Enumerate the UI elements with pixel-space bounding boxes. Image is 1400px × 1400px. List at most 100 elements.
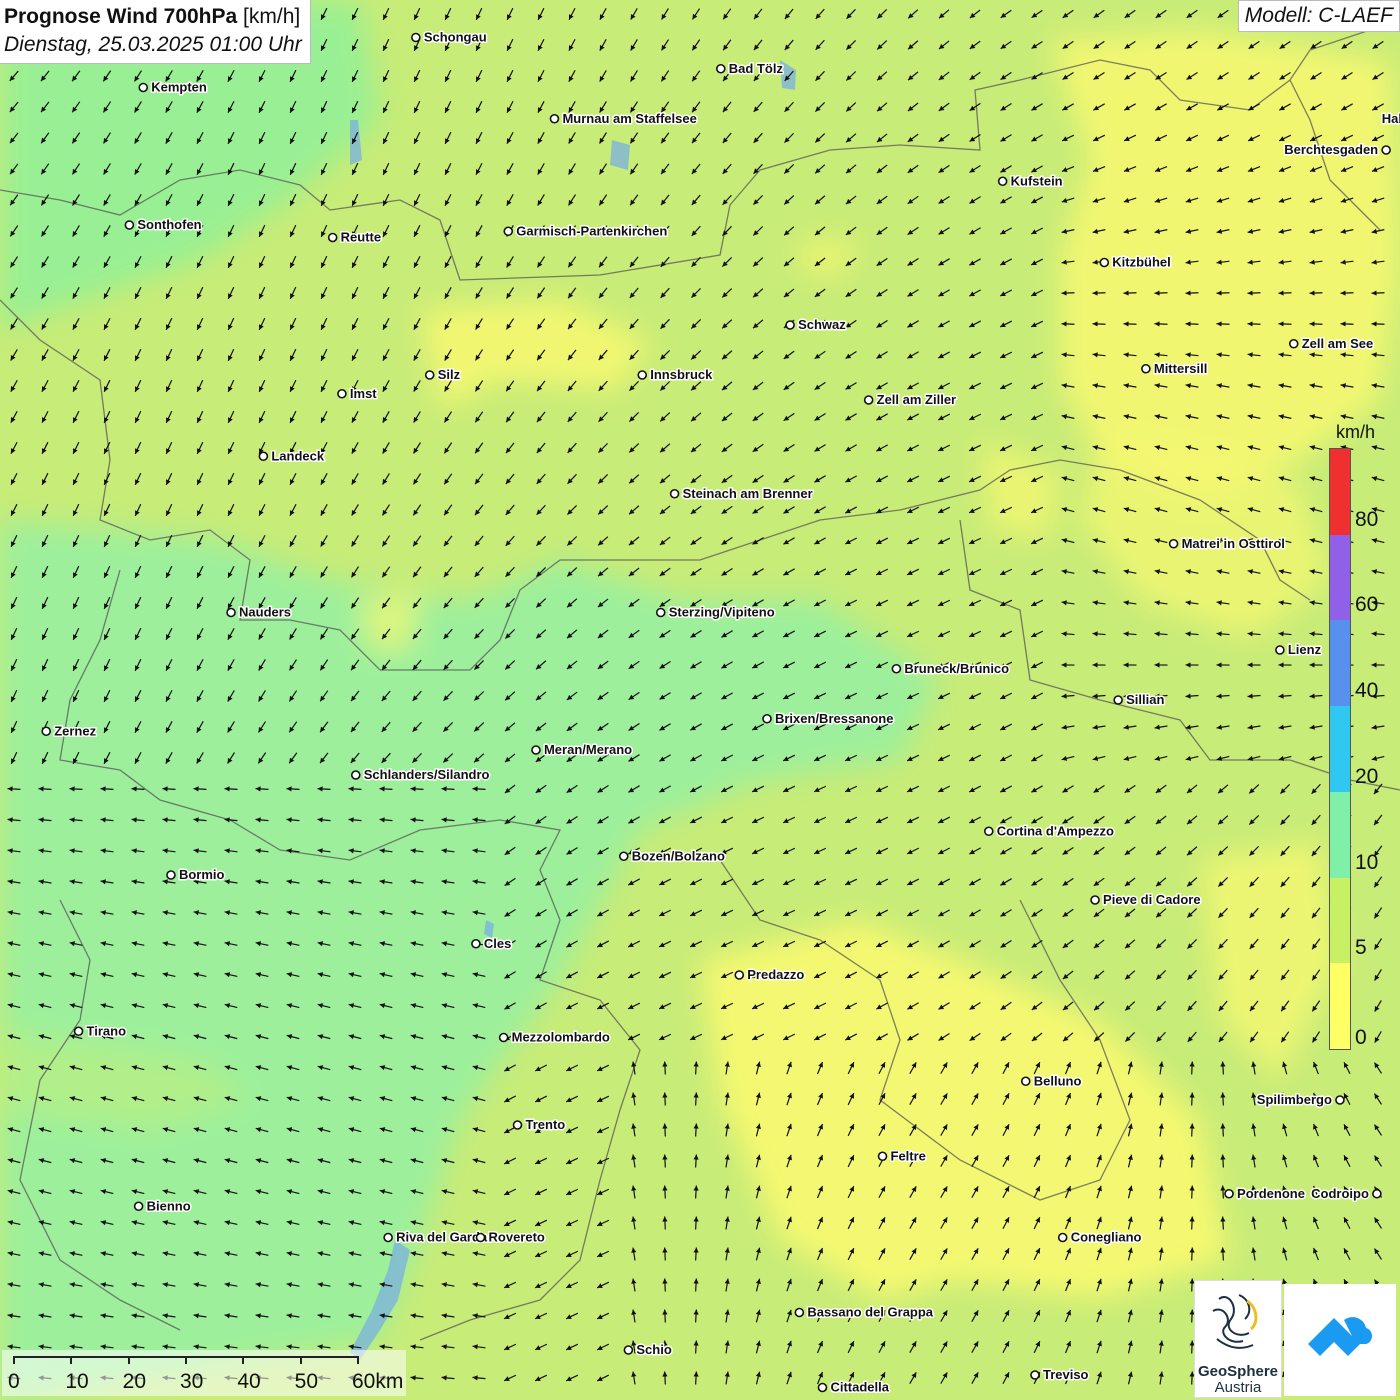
city-dot (138, 82, 149, 93)
city-label: Spilimbergo (1257, 1092, 1332, 1107)
wind-map[interactable]: Schongau Bad Tölz Kempten Murnau am Staffel… (0, 0, 1400, 1400)
city-dot (531, 745, 541, 755)
city-dot (1372, 1188, 1382, 1199)
city-label: Bruneck/Brunico (904, 661, 1009, 676)
city-dot (1275, 645, 1285, 655)
city-marker[interactable]: Sterzing/Vipiteno (655, 603, 776, 621)
city-dot (1224, 1188, 1234, 1199)
city-label: Silz (438, 367, 461, 382)
city-label: Conegliano (1071, 1230, 1142, 1245)
city-label: Brixen/Bressanone (775, 711, 894, 726)
city-dot (350, 770, 361, 780)
city-marker[interactable]: Bassano del Grappa (794, 1303, 935, 1321)
city-marker[interactable]: Zell am See (1288, 334, 1375, 352)
city-dot (637, 370, 648, 380)
city-label: Zell am See (1302, 336, 1374, 351)
city-label: Reutte (341, 230, 381, 245)
legend-swatch (1330, 706, 1350, 792)
city-marker[interactable]: Pieve di Cadore (1090, 891, 1202, 909)
city-label: Sonthofen (137, 217, 201, 232)
legend-tick-label: 5 (1355, 936, 1367, 960)
city-marker[interactable]: Riva del Garda (383, 1228, 489, 1246)
city-marker[interactable]: Pordenone (1224, 1184, 1306, 1202)
geosphere-mark-icon (1212, 1294, 1258, 1349)
city-label: Garmisch-Partenkirchen (516, 223, 667, 238)
city-label: Innsbruck (650, 367, 713, 382)
city-marker[interactable]: Murnau am Staffelsee (549, 109, 698, 127)
city-label: Predazzo (747, 967, 804, 982)
legend-tick-label: 0 (1355, 1026, 1367, 1049)
city-label: Riva del Garda (396, 1230, 488, 1245)
geosphere-logo[interactable]: GeoSphere Austria (1194, 1280, 1282, 1398)
city-marker[interactable]: Mezzolombardo (498, 1028, 611, 1046)
austria-weather-logo[interactable] (1284, 1284, 1396, 1396)
city-label: Rovereto (489, 1230, 545, 1245)
model-label: Modell: C-LAEF (1237, 0, 1400, 32)
city-label: Bienno (147, 1198, 191, 1213)
legend-tick-label: 40 (1355, 679, 1379, 703)
city-marker[interactable]: Bruneck/Brunico (891, 659, 1011, 677)
city-label: Pieve di Cadore (1103, 892, 1201, 907)
city-marker[interactable]: Matrei in Osttirol (1168, 534, 1286, 552)
city-marker[interactable]: Cortina d'Ampezzo (983, 822, 1116, 840)
city-label: Sillian (1126, 692, 1164, 707)
city-label: Sterzing/Vipiteno (669, 605, 775, 620)
city-marker[interactable]: Schongau (411, 28, 488, 46)
city-label: Belluno (1034, 1073, 1082, 1088)
scale-label: 60km (352, 1370, 404, 1393)
city-dot (794, 1307, 805, 1318)
city-dot (498, 1032, 509, 1043)
scale-label: 50 (294, 1370, 319, 1393)
city-dot (549, 113, 560, 124)
city-dot (997, 176, 1008, 187)
city-dot (983, 826, 994, 837)
city-dot (669, 488, 680, 499)
city-label: Schlanders/Silandro (364, 767, 490, 782)
city-marker[interactable]: Meran/Merano (531, 741, 634, 759)
city-marker[interactable]: Zell am Ziller (863, 391, 958, 409)
city-label: Matrei in Osttirol (1182, 536, 1285, 551)
city-label: Imst (350, 386, 377, 401)
city-label: Mezzolombardo (512, 1030, 610, 1045)
scale-label: 40 (237, 1370, 261, 1393)
city-marker[interactable]: Conegliano (1057, 1228, 1143, 1246)
city-dot (337, 388, 347, 399)
legend-tick-label: 60 (1355, 593, 1379, 617)
city-label: Kufstein (1011, 173, 1063, 188)
city-label: Schio (636, 1342, 671, 1357)
city-dot (424, 370, 435, 380)
city-marker[interactable]: Bozen/Bolzano (618, 847, 726, 865)
mountain-cloud-icon (1308, 1317, 1372, 1356)
scale-label: 30 (180, 1370, 204, 1393)
city-marker[interactable]: Innsbruck (637, 366, 715, 384)
city-marker[interactable]: Hallein (1380, 109, 1400, 127)
city-label: Landeck (271, 448, 325, 463)
city-dot (124, 220, 135, 230)
scale-tick (185, 1356, 187, 1364)
city-dot (1020, 1076, 1031, 1087)
scale-bar: 0 10 20 30 40 50 60km (2, 1350, 406, 1396)
city-marker[interactable]: Steinach am Brenner (669, 484, 814, 502)
forecast-time: Dienstag, 25.03.2025 01:00 Uhr (4, 33, 302, 56)
city-label: Mittersill (1154, 361, 1207, 376)
map-title-box: Prognose Wind 700hPa [km/h] Dienstag, 25… (0, 0, 311, 64)
legend-unit: km/h (1336, 422, 1376, 442)
city-label: Nauders (239, 605, 291, 620)
city-dot (133, 1201, 144, 1212)
city-dot (258, 451, 269, 462)
city-marker[interactable]: Schlanders/Silandro (350, 766, 491, 784)
city-dot (166, 870, 176, 880)
legend-tick-label: 80 (1355, 507, 1379, 531)
city-marker[interactable]: Spilimbergo (1255, 1091, 1345, 1109)
city-label: Bozen/Bolzano (632, 848, 725, 863)
city-marker[interactable]: Sonthofen (124, 216, 203, 234)
city-marker[interactable]: Garmisch-Partenkirchen (503, 222, 669, 240)
city-dot (411, 32, 421, 43)
city-label: Cles (484, 936, 511, 951)
city-marker[interactable]: Brixen/Bressanone (762, 709, 895, 727)
city-label: Zell am Ziller (877, 392, 956, 407)
geosphere-name: GeoSphere (1197, 1363, 1279, 1380)
legend-swatch (1330, 963, 1350, 1049)
city-dot (475, 1232, 486, 1243)
city-marker[interactable]: Berchtesgaden (1283, 141, 1391, 159)
